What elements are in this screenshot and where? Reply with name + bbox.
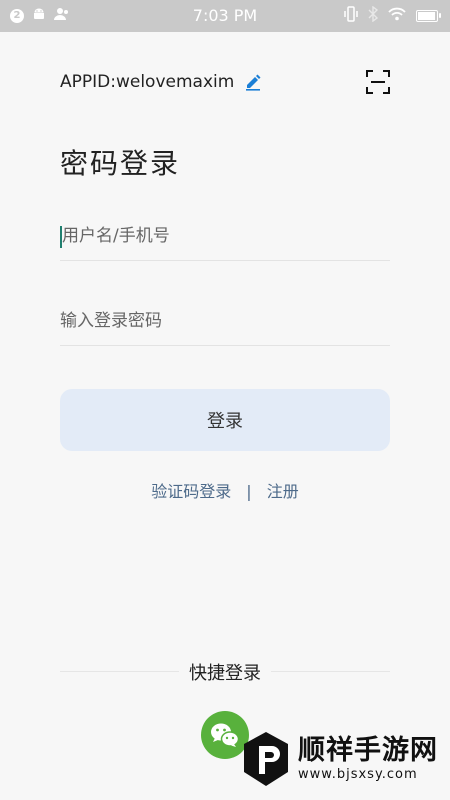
username-field-container: [60, 212, 392, 261]
scan-icon: [366, 70, 390, 98]
appid-text: APPID:welovemaxim: [60, 72, 235, 92]
links-separator: |: [246, 482, 252, 501]
quick-login-title: 快捷登录: [179, 663, 271, 684]
bluetooth-icon: [368, 5, 379, 26]
watermark-title: 顺祥手游网: [298, 735, 438, 766]
scan-button[interactable]: [366, 70, 390, 94]
watermark-logo-icon: [242, 730, 290, 788]
register-link[interactable]: 注册: [267, 482, 299, 501]
text-cursor: [60, 226, 62, 248]
watermark-url: www.bjsxsy.com: [298, 767, 418, 782]
login-screen: 2 7:03 PM APPID:welovemaxim 密码登录 用户名/手机号…: [0, 0, 450, 800]
status-right: [344, 0, 441, 32]
sms-login-link[interactable]: 验证码登录: [151, 482, 231, 501]
appid-row: APPID:welovemaxim: [60, 72, 262, 92]
links-row: 验证码登录 | 注册: [0, 478, 450, 502]
battery-level: [418, 12, 435, 20]
vibrate-icon: [344, 6, 358, 26]
watermark: 顺祥手游网 www.bjsxsy.com: [242, 730, 438, 788]
username-input[interactable]: [60, 212, 392, 260]
watermark-text: 顺祥手游网 www.bjsxsy.com: [298, 735, 438, 783]
edit-icon[interactable]: [244, 73, 262, 91]
wifi-icon: [388, 7, 406, 25]
battery-icon: [416, 10, 441, 22]
login-button[interactable]: 登录: [60, 389, 390, 451]
page-title: 密码登录: [60, 147, 181, 180]
quick-login-title-wrap: 快捷登录: [0, 659, 450, 685]
status-bar: 2 7:03 PM: [0, 0, 450, 32]
password-field-container: [60, 297, 390, 346]
password-input[interactable]: [60, 297, 390, 345]
